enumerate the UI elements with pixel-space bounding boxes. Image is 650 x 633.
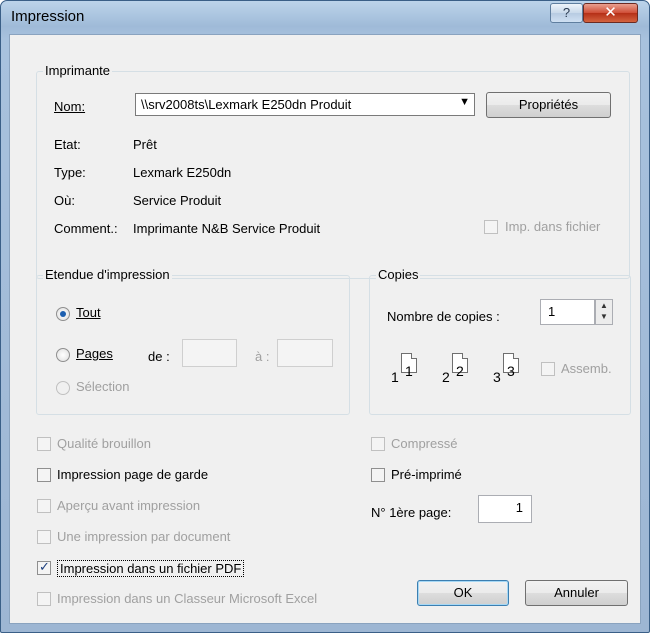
cover-page-label: Impression page de garde [57,467,209,482]
first-page-label: N° 1ère page: [371,505,452,520]
draft-quality-checkbox[interactable] [37,437,51,451]
print-excel-checkbox[interactable] [37,592,51,606]
chevron-down-icon: ▼ [459,96,470,108]
print-range-group-label: Etendue d'impression [43,267,172,282]
title-bar[interactable]: Impression ? ✕ [1,1,649,33]
first-page-input[interactable]: 1 [478,495,532,523]
state-value: Prêt [133,137,157,152]
spin-down-icon[interactable]: ▼ [596,311,612,322]
print-preview-checkbox[interactable] [37,499,51,513]
range-from-label: de : [148,349,170,364]
spin-up-icon[interactable]: ▲ [596,300,612,311]
help-icon: ? [562,5,571,20]
range-all-radio[interactable] [56,307,70,321]
compressed-label: Compressé [391,436,458,451]
copies-group-label: Copies [376,267,421,282]
print-dialog-window: Impression ? ✕ Imprimante Nom: \\srv2008… [0,0,650,633]
print-preview-label: Aperçu avant impression [57,498,201,513]
comment-value: Imprimante N&B Service Produit [133,221,321,236]
print-to-file-checkbox[interactable] [484,220,498,234]
copies-group: Copies [369,267,631,415]
copy-icon-number: 2 [442,369,450,385]
copies-spinner[interactable]: ▲ ▼ [595,299,613,325]
one-per-document-label: Une impression par document [57,529,231,544]
ok-button[interactable]: OK [417,580,509,606]
help-button[interactable]: ? [550,3,583,23]
cancel-button-label: Annuler [554,585,599,600]
collate-checkbox[interactable] [541,362,555,376]
draft-quality-label: Qualité brouillon [57,436,151,451]
properties-button-label: Propriétés [518,97,579,112]
copy-icon-number: 3 [493,369,501,385]
where-label: Où: [54,193,75,208]
range-all-label: Tout [76,305,101,320]
range-pages-radio[interactable] [56,348,70,362]
cancel-button[interactable]: Annuler [525,580,628,606]
printer-select[interactable]: \\srv2008ts\Lexmark E250dn Produit ▼ [135,93,475,116]
range-selection-radio[interactable] [56,381,70,395]
printer-select-value: \\srv2008ts\Lexmark E250dn Produit [141,97,352,112]
copies-count-value: 1 [548,304,556,319]
range-pages-label: Pages [76,346,113,361]
range-from-input[interactable] [182,339,237,367]
range-selection-label: Sélection [76,379,130,394]
print-excel-label: Impression dans un Classeur Microsoft Ex… [57,591,318,606]
print-pdf-label: Impression dans un fichier PDF [57,560,245,577]
properties-button[interactable]: Propriétés [486,92,611,118]
type-label: Type: [54,165,86,180]
preprinted-label: Pré-imprimé [391,467,462,482]
copy-icon-number: 3 [507,363,515,379]
preprinted-checkbox[interactable] [371,468,385,482]
type-value: Lexmark E250dn [133,165,232,180]
print-pdf-checkbox[interactable]: ✓ [37,559,51,575]
close-button[interactable]: ✕ [583,3,638,23]
radio-selected-dot [60,311,66,317]
dialog-body: Imprimante Nom: \\srv2008ts\Lexmark E250… [9,34,641,624]
checkmark-icon: ✓ [39,559,50,574]
print-to-file-label: Imp. dans fichier [505,219,601,234]
ok-button-label: OK [453,585,473,600]
where-value: Service Produit [133,193,222,208]
printer-group-label: Imprimante [43,63,113,78]
range-to-input[interactable] [277,339,333,367]
copy-icon-number: 1 [391,369,399,385]
first-page-value: 1 [515,500,523,515]
one-per-document-checkbox[interactable] [37,530,51,544]
state-label: Etat: [54,137,81,152]
copies-count-label: Nombre de copies : [387,309,500,324]
cover-page-checkbox[interactable] [37,468,51,482]
copy-icon-number: 1 [405,363,413,379]
compressed-checkbox[interactable] [371,437,385,451]
collate-label: Assemb. [561,361,612,376]
close-icon: ✕ [604,4,617,21]
window-title: Impression [11,8,85,25]
comment-label: Comment.: [54,221,118,236]
range-to-label: à : [255,349,270,364]
copy-icon-number: 2 [456,363,464,379]
copies-count-input[interactable]: 1 [540,299,595,325]
printer-name-label: Nom: [54,99,86,114]
